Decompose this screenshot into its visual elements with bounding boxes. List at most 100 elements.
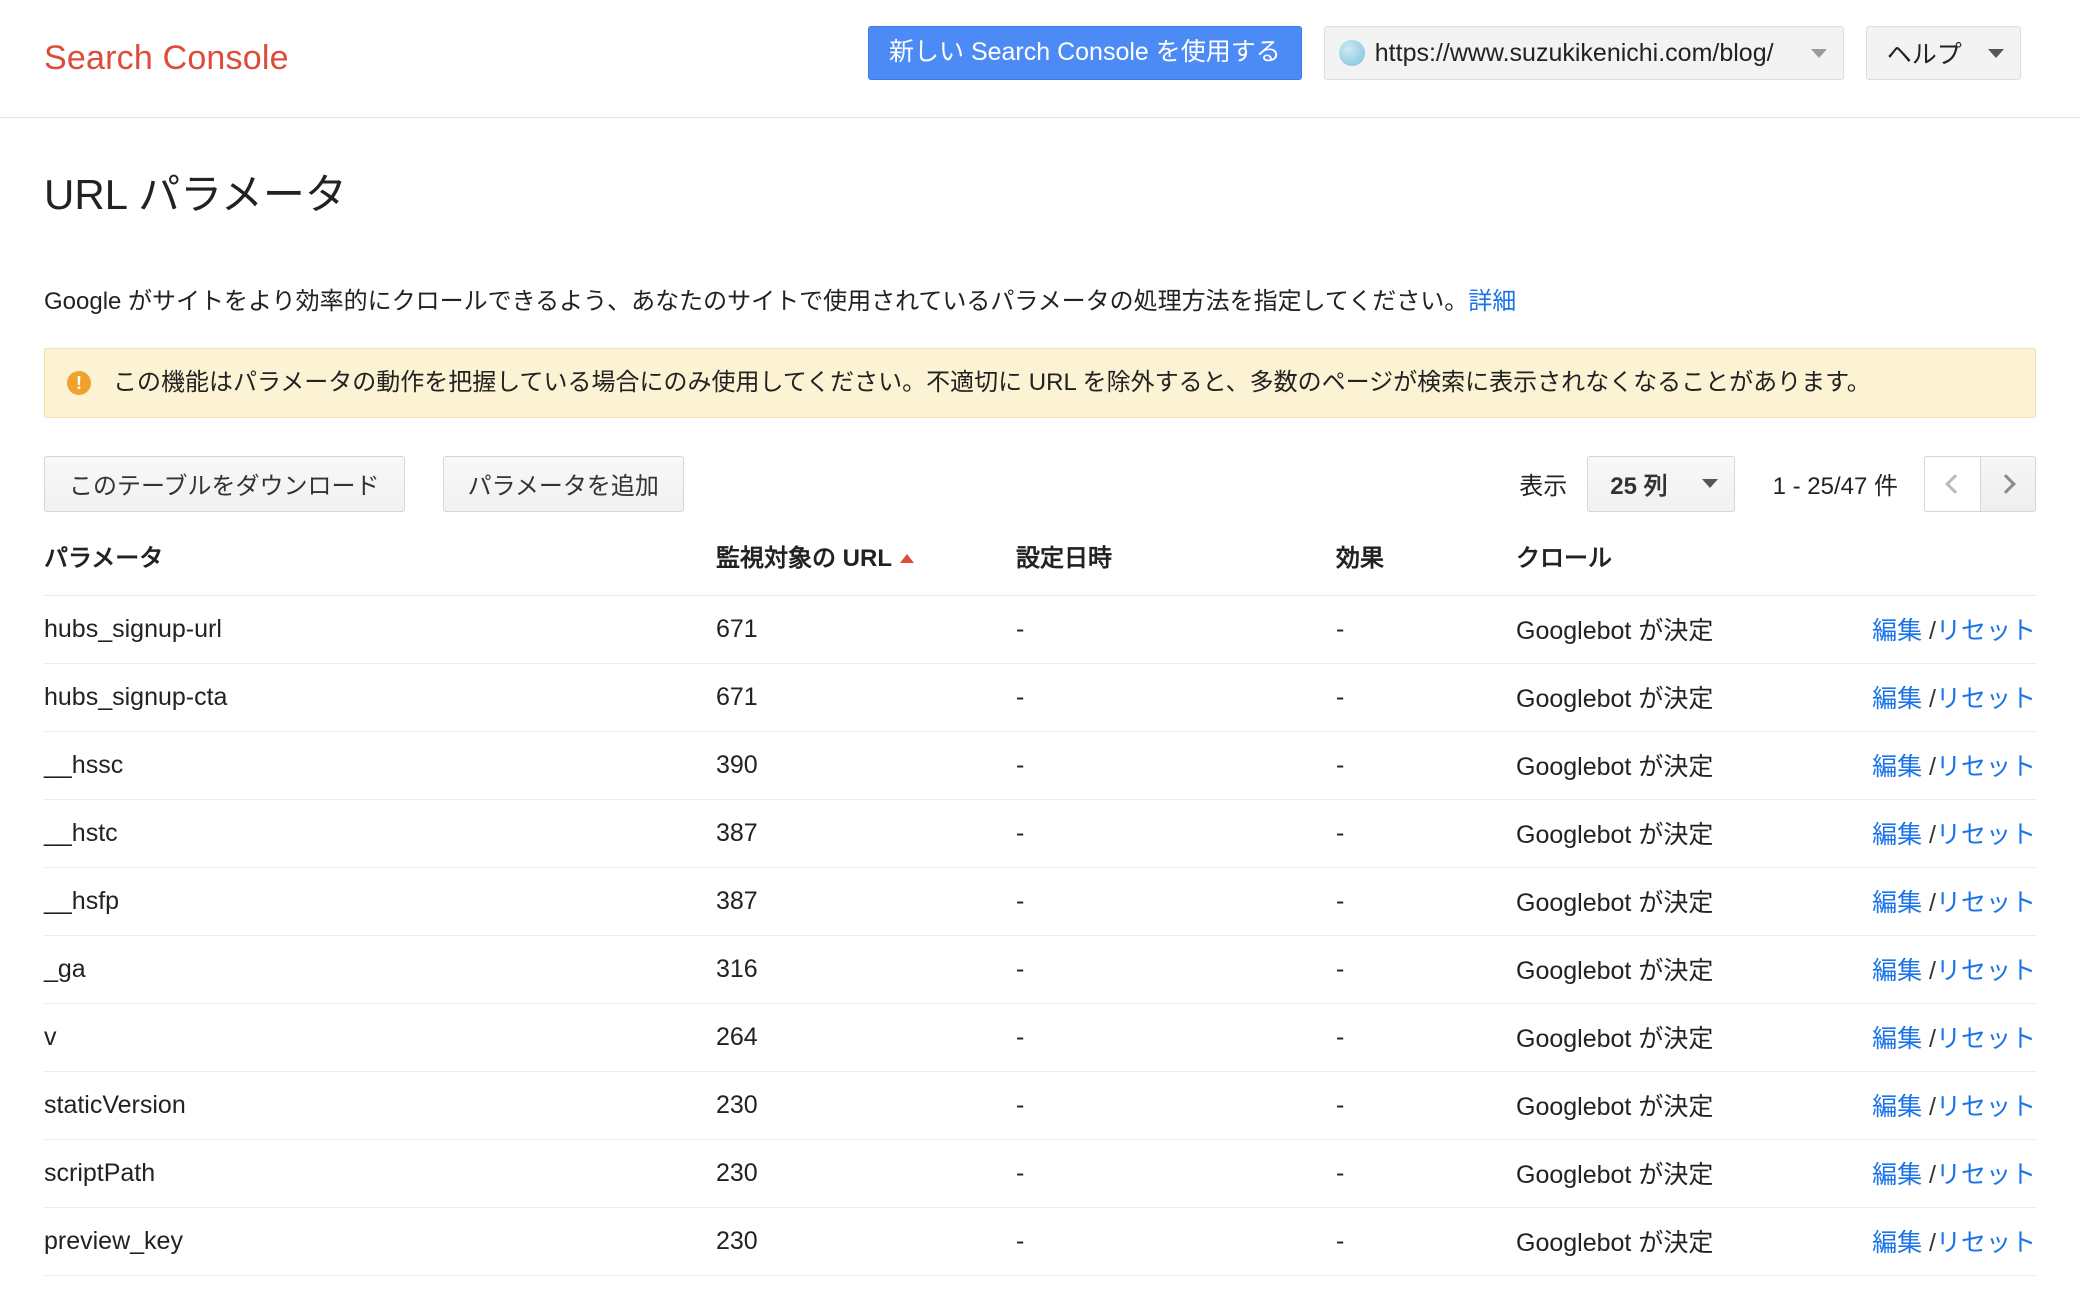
column-header-crawl[interactable]: クロール (1516, 537, 1846, 596)
reset-link[interactable]: リセット (1936, 617, 2036, 645)
cell-actions: 編集 /リセット (1846, 731, 2036, 800)
cell-crawl: Googlebot が決定 (1516, 799, 1846, 868)
actions-separator: / (1922, 821, 1936, 850)
column-label: 監視対象の URL (716, 544, 892, 572)
cell-parameter: hubs_signup-url (44, 595, 716, 664)
table-row: scriptPath 230- - Googlebot が決定 編集 /リセット (44, 1139, 2036, 1208)
chevron-left-icon (1945, 473, 1965, 494)
table-row: __hsfp 387- - Googlebot が決定 編集 /リセット (44, 867, 2036, 936)
cell-actions: 編集 /リセット (1846, 799, 2036, 868)
cell-effect: - (1336, 1071, 1516, 1140)
cell-effect: - (1336, 595, 1516, 664)
cell-monitored-urls: 264 (716, 1003, 1016, 1072)
edit-link[interactable]: 編集 (1872, 1025, 1922, 1053)
edit-link[interactable]: 編集 (1872, 1161, 1922, 1189)
cell-configured-date: - (1016, 731, 1336, 800)
previous-page-button[interactable] (1924, 455, 1980, 512)
cell-effect: - (1336, 663, 1516, 732)
cell-crawl: Googlebot が決定 (1516, 935, 1846, 1004)
cell-monitored-urls: 230 (716, 1139, 1016, 1208)
actions-separator: / (1922, 889, 1936, 918)
actions-separator: / (1922, 617, 1936, 646)
edit-link[interactable]: 編集 (1872, 957, 1922, 985)
column-label: クロール (1516, 544, 1612, 572)
table-row: __hssc 390- - Googlebot が決定 編集 /リセット (44, 731, 2036, 800)
table-row: hubs_signup-url 671- - Googlebot が決定 編集 /リセッ… (44, 595, 2036, 664)
cell-effect: - (1336, 1139, 1516, 1208)
table-row: __hstc 387- - Googlebot が決定 編集 /リセット (44, 799, 2036, 868)
cell-crawl: Googlebot が決定 (1516, 1139, 1846, 1208)
cell-actions: 編集 /リセット (1846, 663, 2036, 732)
site-favicon-icon (1338, 40, 1365, 66)
reset-link[interactable]: リセット (1936, 1093, 2036, 1121)
help-menu[interactable]: ヘルプ (1865, 26, 2021, 80)
cell-configured-date: - (1016, 867, 1336, 936)
edit-link[interactable]: 編集 (1872, 821, 1922, 849)
rows-per-page-select[interactable]: 25 列 (1587, 455, 1735, 512)
table-row: staticVersion 230- - Googlebot が決定 編集 /リセット (44, 1071, 2036, 1140)
rows-per-page-label: 表示 (1519, 473, 1568, 501)
brand-logo[interactable]: Search Console (44, 39, 289, 78)
help-menu-label: ヘルプ (1886, 41, 1962, 69)
reset-link[interactable]: リセット (1936, 1025, 2036, 1053)
reset-link[interactable]: リセット (1936, 753, 2036, 781)
download-table-button[interactable]: このテーブルをダウンロード (44, 455, 405, 512)
actions-separator: / (1922, 1229, 1936, 1258)
page-title: URL パラメータ (44, 171, 347, 218)
learn-more-link[interactable]: 詳細 (1468, 288, 1516, 315)
edit-link[interactable]: 編集 (1872, 685, 1922, 713)
column-header-parameter[interactable]: パラメータ (44, 537, 716, 596)
reset-link[interactable]: リセット (1936, 1229, 2036, 1257)
pagination-controls: 表示 25 列 1 - 25/47 件 (1519, 455, 2036, 512)
edit-link[interactable]: 編集 (1872, 1093, 1922, 1121)
cell-parameter: __hsfp (44, 867, 716, 936)
column-label: 効果 (1336, 544, 1384, 572)
cell-effect: - (1336, 1207, 1516, 1276)
column-header-effect[interactable]: 効果 (1336, 537, 1516, 596)
actions-separator: / (1922, 753, 1936, 782)
reset-link[interactable]: リセット (1936, 889, 2036, 917)
actions-separator: / (1922, 1093, 1936, 1122)
cell-effect: - (1336, 935, 1516, 1004)
cell-crawl: Googlebot が決定 (1516, 731, 1846, 800)
reset-link[interactable]: リセット (1936, 957, 2036, 985)
reset-link[interactable]: リセット (1936, 821, 2036, 849)
cell-configured-date: - (1016, 1207, 1336, 1276)
cell-crawl: Googlebot が決定 (1516, 1071, 1846, 1140)
cell-actions: 編集 /リセット (1846, 1071, 2036, 1140)
table-row: _ga 316- - Googlebot が決定 編集 /リセット (44, 935, 2036, 1004)
cell-configured-date: - (1016, 595, 1336, 664)
column-header-monitored-urls[interactable]: 監視対象の URL (716, 537, 1016, 596)
reset-link[interactable]: リセット (1936, 685, 2036, 713)
cell-configured-date: - (1016, 935, 1336, 1004)
reset-link[interactable]: リセット (1936, 1161, 2036, 1189)
column-label: 設定日時 (1016, 544, 1112, 572)
cell-actions: 編集 /リセット (1846, 1207, 2036, 1276)
new-search-console-button[interactable]: 新しい Search Console を使用する (868, 26, 1302, 80)
cell-parameter: hubs_signup-cta (44, 663, 716, 732)
edit-link[interactable]: 編集 (1872, 617, 1922, 645)
cell-crawl: Googlebot が決定 (1516, 1207, 1846, 1276)
edit-link[interactable]: 編集 (1872, 1229, 1922, 1257)
main-content: URL パラメータ Google がサイトをより効率的にクロールできるよう、あな… (0, 170, 2080, 1276)
column-header-configured-date[interactable]: 設定日時 (1016, 537, 1336, 596)
edit-link[interactable]: 編集 (1872, 889, 1922, 917)
chevron-down-icon (1810, 48, 1827, 58)
warning-text: この機能はパラメータの動作を把握している場合にのみ使用してください。不適切に U… (113, 369, 1871, 397)
edit-link[interactable]: 編集 (1872, 753, 1922, 781)
cell-monitored-urls: 316 (716, 935, 1016, 1004)
cell-actions: 編集 /リセット (1846, 1003, 2036, 1072)
site-selector[interactable]: https://www.suzukikenichi.com/blog/ (1323, 26, 1844, 80)
chevron-down-icon (1701, 479, 1718, 489)
cell-monitored-urls: 671 (716, 595, 1016, 664)
warning-banner: ! この機能はパラメータの動作を把握している場合にのみ使用してください。不適切に… (44, 348, 2036, 418)
sort-ascending-icon (900, 553, 914, 563)
next-page-button[interactable] (1980, 455, 2036, 512)
cell-parameter: scriptPath (44, 1139, 716, 1208)
actions-separator: / (1922, 957, 1936, 986)
add-parameter-button[interactable]: パラメータを追加 (442, 455, 684, 512)
table-toolbar: このテーブルをダウンロード パラメータを追加 表示 25 列 1 - 25/47… (44, 455, 2036, 512)
cell-effect: - (1336, 867, 1516, 936)
cell-crawl: Googlebot が決定 (1516, 663, 1846, 732)
cell-actions: 編集 /リセット (1846, 935, 2036, 1004)
